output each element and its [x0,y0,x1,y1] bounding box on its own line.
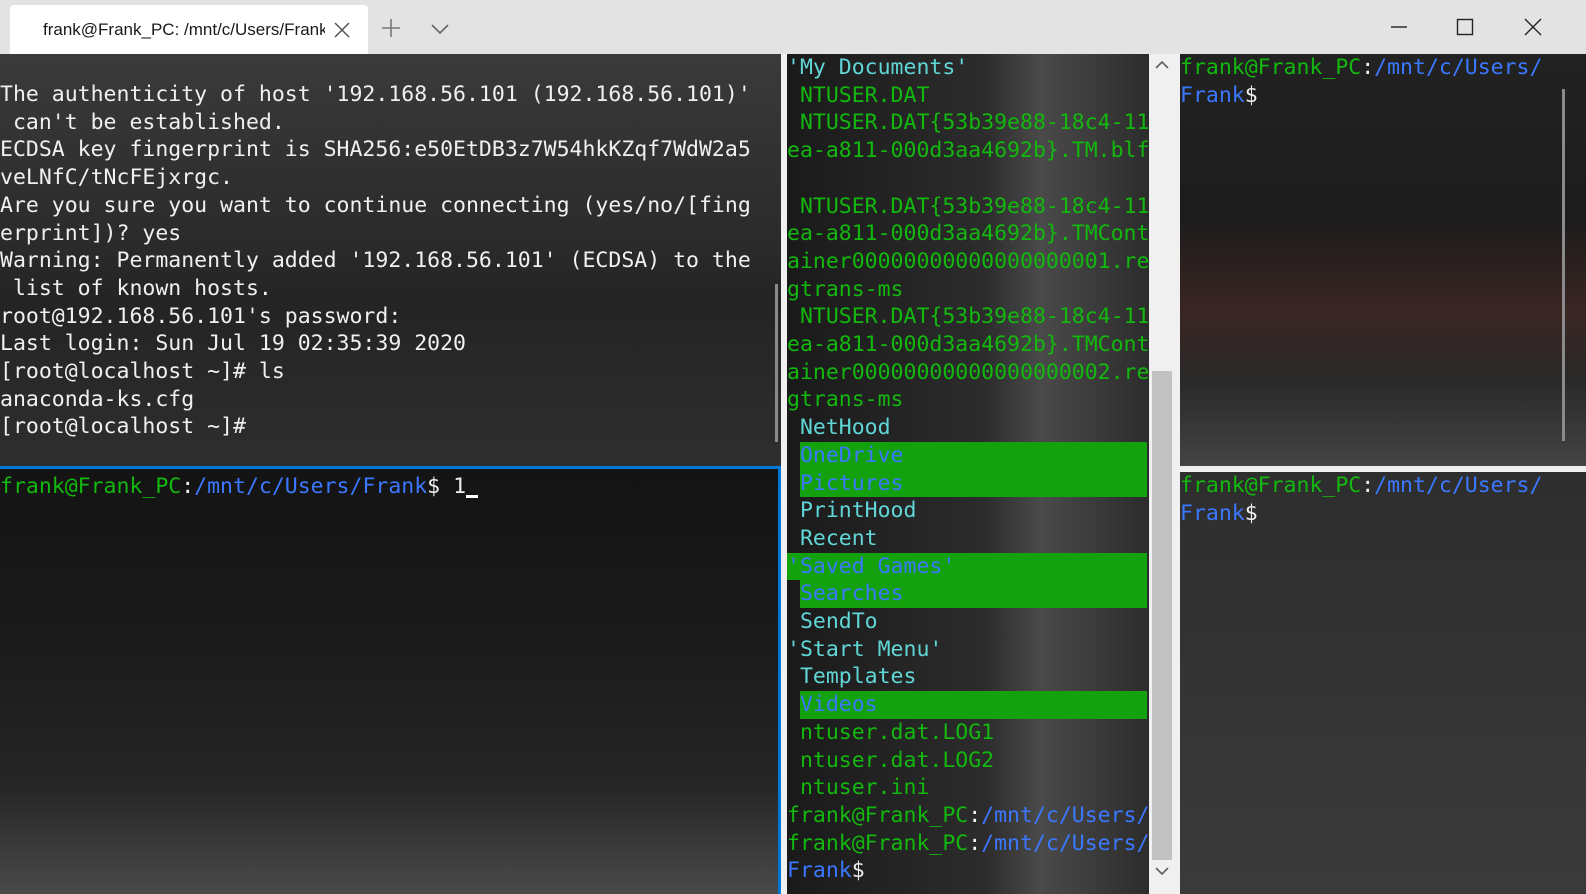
prompt-path: /mnt/c/Users/ [981,802,1149,828]
prompt-user: frank@Frank_PC [787,830,969,856]
dir-entry: ntuser.dat.LOG2 [787,747,995,773]
prompt-colon: : [1361,473,1375,498]
entry-name: Videos [799,691,1147,719]
terminal-tab[interactable]: frank@Frank_PC: /mnt/c/Users/Frank [10,5,368,54]
prompt-line[interactable]: frank@Frank_PC:/mnt/c/Users/Frank$ 1 [0,473,479,501]
prompt-path: /mnt/c/Users/ [1374,473,1543,498]
command-input[interactable]: 1 [453,474,466,499]
dir-entry: ainer00000000000000000001.re [787,248,1149,274]
highlighted-dir-entry: Pictures [787,469,1147,498]
prompt-path: Frank [787,858,852,884]
output-line: Warning: Permanently added '192.168.56.1… [0,248,751,274]
dir-entry: ntuser.dat.LOG1 [787,719,995,745]
highlighted-dir-entry: OneDrive [787,441,1147,470]
plus-icon[interactable] [380,17,402,39]
prompt-path: /mnt/c/Users/Frank [194,474,428,499]
output-line: erprint])? yes [0,220,182,246]
prompt-colon: : [1361,55,1375,80]
prompt-dollar: $ [851,858,865,884]
prompt-line: frank@Frank_PC:/mnt/c/Users/ [787,802,1149,830]
top-right-pane[interactable]: frank@Frank_PC:/mnt/c/Users/ Frank$ [1180,54,1586,466]
scroll-up-icon[interactable] [1155,60,1169,70]
output-line: anaconda-ks.cfg [0,386,195,412]
bottom-right-pane[interactable]: frank@Frank_PC:/mnt/c/Users/ Frank$ [1180,472,1586,894]
dir-entry: SendTo [787,609,878,634]
prompt-path: Frank [1180,500,1245,526]
dir-entry: ea-a811-000d3aa4692b}.TMCont [787,221,1149,247]
top-right-scrollbar[interactable] [1562,89,1565,441]
prompt-colon: : [181,474,195,499]
prompt-colon: : [968,802,982,828]
dir-entry: ainer00000000000000000002.re [787,359,1149,385]
text-cursor [466,494,479,498]
dir-entry: gtrans-ms [787,276,904,302]
output-line: root@192.168.56.101's password: [0,303,402,329]
dir-entry: gtrans-ms [787,387,904,413]
output-line: Are you sure you want to continue connec… [0,192,751,218]
ssh-scrollbar[interactable] [775,284,778,442]
active-pane[interactable]: frank@Frank_PC:/mnt/c/Users/Frank$ 1 [0,466,781,894]
output-line: Last login: Sun Jul 19 02:35:39 2020 [0,331,466,357]
prompt-path: /mnt/c/Users/ [981,830,1149,856]
dir-entry: Recent [787,525,878,551]
close-window-icon[interactable] [1500,0,1566,54]
dir-entry: NetHood [787,415,891,441]
title-bar: frank@Frank_PC: /mnt/c/Users/Frank [0,0,1586,54]
prompt-line: Frank$ [1180,500,1258,528]
entry-name: Searches [799,580,1147,608]
dir-entry: NTUSER.DAT{53b39e88-18c4-11 [787,193,1149,219]
output-line: can't be established. [0,109,285,135]
chevron-down-icon[interactable] [430,21,450,35]
dir-entry: NTUSER.DAT [787,82,930,108]
dir-entry: NTUSER.DAT{53b39e88-18c4-11 [787,110,1149,136]
output-line: [root@localhost ~]# [0,414,246,440]
highlighted-dir-entry: Videos [787,691,1147,719]
dir-entry: PrintHood [787,498,917,524]
entry-name: 'Saved Games' [787,552,1147,581]
output-line: [root@localhost ~]# ls [0,359,285,384]
ssh-pane[interactable]: The authenticity of host '192.168.56.101… [0,54,781,466]
entry-name: OneDrive [799,441,1147,470]
listing-pane[interactable]: 'My Documents' NTUSER.DAT NTUSER.DAT{53b… [787,54,1149,894]
listing-scrollbar[interactable] [1149,54,1175,894]
maximize-icon[interactable] [1432,0,1498,54]
dir-entry: Templates [787,664,917,690]
output-line: veLNfC/tNcFEjxrgc. [0,165,233,191]
dir-entry: NTUSER.DAT{53b39e88-18c4-11 [787,304,1149,330]
prompt-line: frank@Frank_PC:/mnt/c/Users/ [1180,472,1542,500]
dir-entry [787,165,1147,193]
scroll-down-icon[interactable] [1155,866,1169,876]
prompt-dollar: $ [1244,82,1258,108]
prompt-dollar: $ [1244,500,1258,526]
prompt-path: /mnt/c/Users/ [1374,55,1543,80]
entry-name: Pictures [799,469,1147,498]
prompt-path: Frank [1180,82,1245,108]
dir-entry: ea-a811-000d3aa4692b}.TM.blf [787,138,1149,164]
output-line: list of known hosts. [0,275,272,301]
highlighted-dir-entry: 'Saved Games' [787,552,1147,581]
close-icon[interactable] [333,21,351,39]
prompt-colon: : [968,830,982,856]
dir-entry: 'Start Menu' [787,636,943,662]
prompt-dollar: $ [427,474,454,499]
dir-entry: ntuser.ini [787,775,930,801]
scroll-thumb[interactable] [1152,371,1172,860]
prompt-line: frank@Frank_PC:/mnt/c/Users/ [787,830,1149,858]
prompt-user: frank@Frank_PC [787,802,969,828]
output-line: The authenticity of host '192.168.56.101… [0,82,751,107]
prompt-line: Frank$ [1180,82,1258,110]
prompt-line: Frank$ [787,857,865,885]
minimize-icon[interactable] [1366,0,1432,54]
tab-title: frank@Frank_PC: /mnt/c/Users/Frank [43,20,325,39]
dir-entry: 'My Documents' [787,55,969,80]
prompt-line: frank@Frank_PC:/mnt/c/Users/ [1180,54,1542,82]
highlighted-dir-entry: Searches [787,580,1147,608]
output-line: ECDSA key fingerprint is SHA256:e50EtDB3… [0,137,751,163]
prompt-user: frank@Frank_PC [1180,473,1362,498]
prompt-user: frank@Frank_PC [0,474,182,499]
prompt-user: frank@Frank_PC [1180,55,1362,80]
dir-entry: ea-a811-000d3aa4692b}.TMCont [787,332,1149,357]
